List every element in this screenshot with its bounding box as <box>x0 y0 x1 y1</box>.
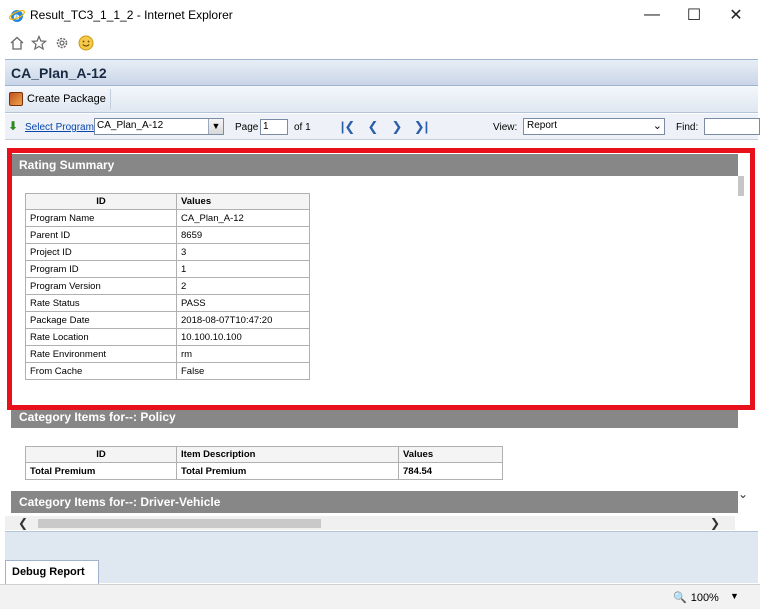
column-header-id: ID <box>25 193 177 210</box>
package-icon <box>9 92 23 106</box>
find-label: Find: <box>676 122 699 133</box>
table-row: Program ID 1 <box>25 260 310 278</box>
next-page-icon[interactable]: ❯ <box>389 119 405 135</box>
chevron-down-icon[interactable]: ⌄ <box>653 119 662 132</box>
rating-summary-table: ID Values Program Name CA_Plan_A-12 Paren… <box>25 193 310 380</box>
view-select-value: Report <box>527 120 558 131</box>
command-bar: Create Package <box>5 86 758 113</box>
table-row: Rate Status PASS <box>25 294 310 312</box>
policy-category-header: Category Items for--: Policy <box>11 406 738 428</box>
row-description: Total Premium <box>176 462 399 480</box>
status-bar: 🔍 100% ▼ <box>0 584 760 609</box>
table-row: Total Premium Total Premium 784.54 <box>25 462 503 480</box>
window-titlebar: e Result_TC3_1_1_2 - Internet Explorer —… <box>0 0 760 30</box>
table-row: Program Version 2 <box>25 277 310 295</box>
rating-summary-header: Rating Summary <box>11 154 738 176</box>
chevron-down-icon[interactable]: ▼ <box>730 591 739 601</box>
row-value: 8659 <box>176 226 310 244</box>
vertical-scrollbar-thumb[interactable] <box>738 176 744 196</box>
policy-category-table: ID Item Description Values Total Premium… <box>25 446 503 480</box>
program-select-value: CA_Plan_A-12 <box>97 120 164 131</box>
view-label: View: <box>493 122 518 133</box>
row-value: 2018-08-07T10:47:20 <box>176 311 310 329</box>
scroll-left-icon[interactable]: ❮ <box>18 516 28 530</box>
row-id: Rate Status <box>25 294 177 312</box>
row-id: Rate Environment <box>25 345 177 363</box>
row-id: Project ID <box>25 243 177 261</box>
chevron-down-icon[interactable]: ▼ <box>208 119 223 134</box>
last-page-icon[interactable]: ❯| <box>413 119 429 135</box>
table-row: Program Name CA_Plan_A-12 <box>25 209 310 227</box>
program-select[interactable]: CA_Plan_A-12 ▼ <box>94 118 224 135</box>
page-number-input[interactable]: 1 <box>260 119 288 135</box>
app-header: CA_Plan_A-12 <box>5 59 758 86</box>
browser-toolbar <box>0 30 760 58</box>
minimize-button[interactable]: — <box>638 4 666 26</box>
row-value: PASS <box>176 294 310 312</box>
previous-page-icon[interactable]: ❮ <box>365 119 381 135</box>
horizontal-scrollbar[interactable]: ❮ ❯ <box>5 516 735 530</box>
table-row: Project ID 3 <box>25 243 310 261</box>
table-row: From Cache False <box>25 362 310 380</box>
row-value: 1 <box>176 260 310 278</box>
close-button[interactable]: ✕ <box>722 4 750 26</box>
table-row: Rate Location 10.100.10.100 <box>25 328 310 346</box>
table-row: Parent ID 8659 <box>25 226 310 244</box>
row-id: Package Date <box>25 311 177 329</box>
row-value: 10.100.10.100 <box>176 328 310 346</box>
scroll-right-icon[interactable]: ❯ <box>710 516 720 530</box>
find-input[interactable] <box>704 118 760 135</box>
row-id: Parent ID <box>25 226 177 244</box>
zoom-level: 100% <box>690 591 719 604</box>
first-page-icon[interactable]: |❮ <box>340 119 356 135</box>
row-value: 784.54 <box>398 462 503 480</box>
create-package-label: Create Package <box>27 93 106 105</box>
horizontal-scrollbar-thumb[interactable] <box>38 519 321 528</box>
row-id: From Cache <box>25 362 177 380</box>
maximize-button[interactable]: ☐ <box>680 4 708 26</box>
report-navigation-bar: ⬇ Select Program: CA_Plan_A-12 ▼ Page 1 … <box>5 114 760 140</box>
page-title: CA_Plan_A-12 <box>11 65 107 81</box>
row-value: False <box>176 362 310 380</box>
page-count-label: of 1 <box>294 122 311 133</box>
driver-vehicle-category-header: Category Items for--: Driver-Vehicle <box>11 491 738 513</box>
home-icon[interactable] <box>8 34 26 52</box>
column-header-values: Values <box>398 446 503 463</box>
favorites-star-icon[interactable] <box>30 34 48 52</box>
row-id: Program Version <box>25 277 177 295</box>
report-viewer: Rating Summary ID Values Program Name CA_… <box>5 141 758 531</box>
window-title: Result_TC3_1_1_2 - Internet Explorer <box>30 8 233 22</box>
column-header-item-description: Item Description <box>176 446 399 463</box>
zoom-control[interactable]: 🔍 100% <box>673 591 719 605</box>
column-header-values: Values <box>176 193 310 210</box>
create-package-button[interactable]: Create Package <box>7 89 111 109</box>
row-value: CA_Plan_A-12 <box>176 209 310 227</box>
settings-gear-icon[interactable] <box>53 34 71 52</box>
page-label: Page <box>235 122 259 133</box>
internet-explorer-logo-icon: e <box>9 10 25 23</box>
column-header-id: ID <box>25 446 177 463</box>
view-select[interactable]: Report ⌄ <box>523 118 665 135</box>
table-row: Package Date 2018-08-07T10:47:20 <box>25 311 310 329</box>
select-program-link[interactable]: Select Program: <box>25 122 97 133</box>
scroll-down-icon[interactable]: ⌄ <box>738 487 748 501</box>
row-id: Program Name <box>25 209 177 227</box>
bottom-tab-bar: Debug Report <box>5 531 758 584</box>
row-value: 2 <box>176 277 310 295</box>
row-id: Total Premium <box>25 462 177 480</box>
smiley-feedback-icon[interactable] <box>77 34 95 52</box>
row-id: Rate Location <box>25 328 177 346</box>
row-value: 3 <box>176 243 310 261</box>
program-download-icon: ⬇ <box>8 119 19 133</box>
tab-debug-report[interactable]: Debug Report <box>5 560 99 584</box>
row-value: rm <box>176 345 310 363</box>
table-row: Rate Environment rm <box>25 345 310 363</box>
zoom-magnifier-icon: 🔍 <box>673 592 687 604</box>
row-id: Program ID <box>25 260 177 278</box>
